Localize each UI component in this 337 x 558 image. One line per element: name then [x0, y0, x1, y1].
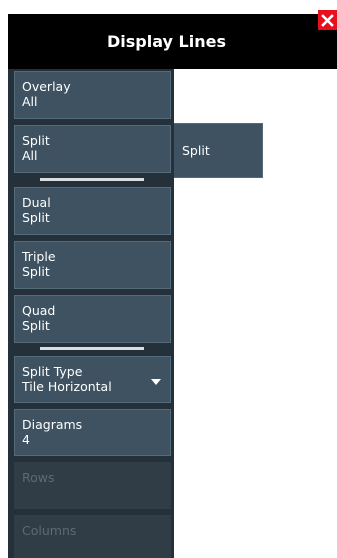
dual-split-sublabel: Split [22, 210, 50, 225]
split-type-value: Tile Horizontal [22, 379, 112, 394]
split-type-dropdown[interactable]: Split Type Tile Horizontal [14, 356, 171, 403]
diagrams-label: Diagrams [22, 417, 83, 432]
overlay-all-button[interactable]: Overlay All [14, 71, 171, 119]
submenu-split-label: Split [182, 143, 210, 158]
triple-split-label: Triple [22, 249, 56, 264]
close-icon [321, 13, 334, 27]
display-lines-dialog: Display Lines Overlay All Split All Dual… [0, 0, 337, 558]
quad-split-label: Quad [22, 303, 56, 318]
separator [40, 347, 144, 350]
overlay-all-sublabel: All [22, 94, 38, 109]
dual-split-button[interactable]: Dual Split [14, 187, 171, 235]
separator [40, 178, 144, 181]
diagrams-field[interactable]: Diagrams 4 [14, 409, 171, 456]
title-bar: Display Lines [8, 14, 337, 69]
chevron-down-icon [151, 379, 161, 385]
dual-split-label: Dual [22, 195, 51, 210]
diagrams-value: 4 [22, 432, 30, 447]
rows-field: Rows [14, 462, 171, 509]
close-button[interactable] [318, 10, 337, 30]
rows-label: Rows [22, 470, 55, 485]
split-all-sublabel: All [22, 148, 38, 163]
split-type-label: Split Type [22, 364, 83, 379]
columns-field: Columns [14, 515, 171, 558]
quad-split-button[interactable]: Quad Split [14, 295, 171, 343]
triple-split-sublabel: Split [22, 264, 50, 279]
overlay-all-label: Overlay [22, 79, 71, 94]
split-all-label: Split [22, 133, 50, 148]
columns-label: Columns [22, 523, 77, 538]
triple-split-button[interactable]: Triple Split [14, 241, 171, 289]
softkey-panel: Overlay All Split All Dual Split Triple … [8, 69, 174, 558]
dialog-title: Display Lines [107, 32, 226, 51]
quad-split-sublabel: Split [22, 318, 50, 333]
split-all-button[interactable]: Split All [14, 125, 171, 173]
submenu-split-item[interactable]: Split [174, 123, 263, 178]
